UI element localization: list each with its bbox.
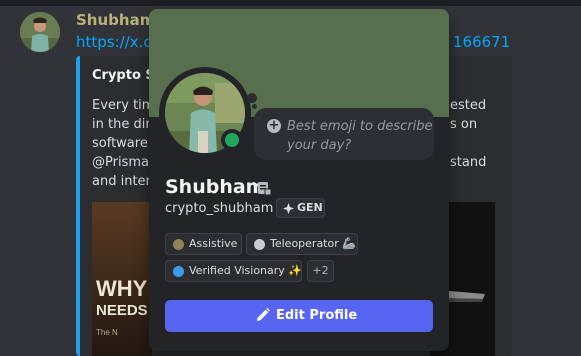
plus-icon: + [267, 118, 281, 133]
display-name: Shubham [165, 176, 266, 198]
link-start[interactable]: https://x.c [76, 33, 152, 51]
custom-status-prompt[interactable]: + Best emoji to describe your day? [254, 108, 434, 160]
status-prompt-line: your day? [287, 138, 352, 153]
status-prompt-text: Best emoji to describe your day? [287, 117, 432, 155]
link-end[interactable]: 166671 [453, 33, 510, 51]
embed-line: s on [450, 117, 478, 132]
embed-line [450, 172, 486, 191]
embed-image-text: NEEDS [96, 302, 148, 319]
embed-line: ested [450, 98, 487, 113]
role-teleoperator[interactable]: Teleoperator 🦾 [246, 233, 358, 255]
username: crypto_shubham [165, 201, 274, 216]
role-color-dot [254, 239, 265, 250]
bubble-tail [247, 93, 257, 103]
role-color-dot [173, 239, 184, 250]
embed-description-right: ested s on stand [450, 96, 486, 191]
edit-profile-button[interactable]: Edit Profile [165, 300, 433, 332]
online-status-icon [225, 133, 239, 147]
embed-image-text: WHY [96, 276, 148, 301]
role-label: Assistive [189, 237, 238, 250]
role-label: Verified Visionary ✨ [189, 264, 302, 277]
embed-line: stand [450, 155, 487, 170]
bubble-tail [252, 104, 257, 109]
edit-profile-label: Edit Profile [276, 308, 358, 323]
author-avatar[interactable] [20, 12, 60, 52]
embed-image[interactable]: WHY NEEDS The N [92, 202, 152, 356]
role-assistive[interactable]: Assistive [165, 233, 242, 255]
message-author[interactable]: Shubham [76, 11, 155, 29]
more-roles-button[interactable]: +2 [307, 260, 334, 282]
role-verified-visionary[interactable]: Verified Visionary ✨ [165, 260, 302, 282]
note-icon[interactable] [256, 180, 272, 196]
server-tag-label: GEN [297, 201, 323, 214]
status-prompt-line: Best emoji to describe [287, 119, 433, 134]
embed-image-text: The N [96, 328, 118, 337]
pencil-icon [257, 308, 270, 321]
gen-clan-icon [283, 203, 294, 214]
embed-line [450, 134, 486, 153]
server-tag[interactable]: GEN [276, 198, 325, 218]
top-bar [0, 0, 581, 6]
role-label: Teleoperator 🦾 [270, 237, 356, 250]
role-color-dot [173, 266, 184, 277]
profile-popout: + Best emoji to describe your day? Shubh… [149, 9, 449, 351]
